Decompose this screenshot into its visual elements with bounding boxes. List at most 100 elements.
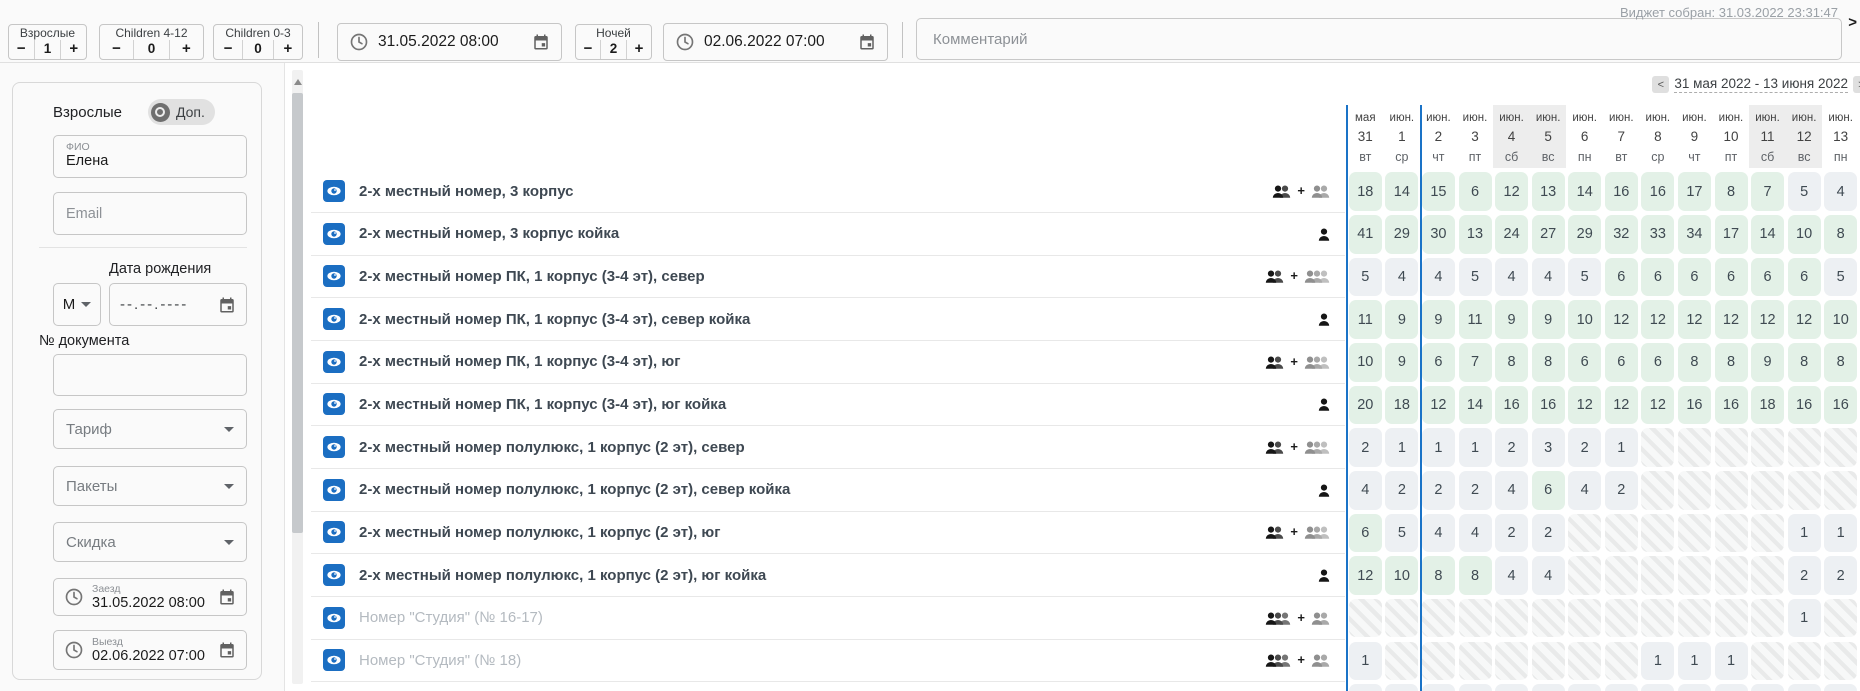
availability-cell[interactable] (1641, 471, 1674, 510)
adults-plus-button[interactable]: + (61, 40, 86, 59)
availability-cell[interactable]: 6 (1349, 514, 1382, 553)
availability-cell[interactable] (1532, 599, 1565, 638)
availability-cell[interactable]: 6 (1641, 343, 1674, 382)
availability-cell[interactable] (1788, 428, 1821, 467)
availability-cell[interactable]: 9 (1495, 300, 1528, 339)
range-prev-button[interactable]: < (1652, 76, 1669, 93)
availability-cell[interactable] (1605, 599, 1638, 638)
availability-cell[interactable]: 4 (1349, 471, 1382, 510)
arrival-field[interactable]: Заезд 31.05.2022 08:00 (53, 578, 247, 616)
availability-cell[interactable]: 18 (1751, 386, 1784, 425)
availability-cell[interactable]: 6 (1715, 258, 1748, 297)
availability-cell[interactable]: 8 (1422, 556, 1455, 595)
availability-cell[interactable]: 5 (1349, 684, 1382, 691)
availability-cell[interactable]: 12 (1641, 300, 1674, 339)
discount-select[interactable]: Скидка (53, 522, 247, 562)
availability-cell[interactable]: 12 (1568, 386, 1601, 425)
availability-cell[interactable]: 1 (1715, 642, 1748, 681)
availability-cell[interactable]: 10 (1385, 556, 1418, 595)
availability-cell[interactable]: 8 (1532, 343, 1565, 382)
availability-cell[interactable] (1495, 599, 1528, 638)
availability-cell[interactable] (1824, 642, 1857, 681)
availability-cell[interactable]: 33 (1641, 215, 1674, 254)
availability-cell[interactable] (1459, 599, 1492, 638)
availability-cell[interactable]: 24 (1495, 215, 1528, 254)
availability-cell[interactable]: 1 (1422, 428, 1455, 467)
availability-cell[interactable]: 2 (1824, 556, 1857, 595)
nights-plus-button[interactable]: + (627, 40, 651, 59)
availability-cell[interactable]: 12 (1715, 300, 1748, 339)
visibility-icon[interactable] (323, 564, 345, 586)
availability-cell[interactable]: 15 (1422, 172, 1455, 211)
availability-cell[interactable]: 5 (1788, 172, 1821, 211)
availability-cell[interactable] (1751, 471, 1784, 510)
availability-cell[interactable]: 8 (1495, 343, 1528, 382)
children-4-12-minus-button[interactable]: − (100, 40, 133, 59)
availability-cell[interactable]: 6 (1459, 172, 1492, 211)
visibility-icon[interactable] (323, 521, 345, 543)
checkout-datetime-field[interactable]: 02.06.2022 07:00 (663, 23, 888, 61)
availability-cell[interactable] (1605, 642, 1638, 681)
availability-cell[interactable] (1422, 599, 1455, 638)
calendar-icon[interactable] (218, 641, 236, 659)
availability-cell[interactable]: 11 (1349, 300, 1382, 339)
calendar-icon[interactable] (218, 296, 236, 314)
availability-cell[interactable]: 1 (1349, 642, 1382, 681)
availability-cell[interactable]: 12 (1751, 300, 1784, 339)
availability-cell[interactable]: 8 (1824, 343, 1857, 382)
availability-cell[interactable]: 2 (1678, 684, 1711, 691)
availability-cell[interactable]: 30 (1422, 215, 1455, 254)
availability-cell[interactable] (1824, 471, 1857, 510)
availability-cell[interactable]: 29 (1568, 215, 1601, 254)
availability-cell[interactable] (1751, 514, 1784, 553)
availability-cell[interactable]: 29 (1385, 215, 1418, 254)
availability-cell[interactable] (1605, 556, 1638, 595)
availability-cell[interactable] (1568, 599, 1601, 638)
availability-cell[interactable]: 2 (1459, 471, 1492, 510)
availability-cell[interactable]: 10 (1788, 215, 1821, 254)
availability-cell[interactable]: 2 (1751, 684, 1784, 691)
calendar-icon[interactable] (858, 33, 876, 51)
fio-field[interactable]: ФИО Елена (53, 135, 247, 178)
availability-cell[interactable]: 2 (1532, 514, 1565, 553)
availability-cell[interactable]: 6 (1678, 258, 1711, 297)
availability-cell[interactable]: 2 (1495, 428, 1528, 467)
document-input[interactable] (53, 354, 247, 396)
calendar-icon[interactable] (532, 33, 550, 51)
availability-cell[interactable] (1678, 556, 1711, 595)
availability-cell[interactable] (1568, 642, 1601, 681)
availability-cell[interactable]: 4 (1385, 684, 1418, 691)
availability-cell[interactable]: 2 (1532, 684, 1565, 691)
availability-cell[interactable]: 4 (1532, 258, 1565, 297)
availability-cell[interactable] (1641, 514, 1674, 553)
visibility-icon[interactable] (323, 351, 345, 373)
availability-cell[interactable]: 9 (1385, 300, 1418, 339)
availability-cell[interactable]: 13 (1459, 215, 1492, 254)
availability-cell[interactable] (1568, 556, 1601, 595)
children-4-12-plus-button[interactable]: + (170, 40, 203, 59)
availability-cell[interactable] (1641, 428, 1674, 467)
visibility-icon[interactable] (323, 265, 345, 287)
availability-cell[interactable]: 11 (1459, 300, 1492, 339)
availability-cell[interactable]: 16 (1678, 386, 1711, 425)
availability-cell[interactable]: 16 (1824, 386, 1857, 425)
availability-cell[interactable]: 4 (1568, 684, 1601, 691)
availability-cell[interactable]: 6 (1532, 471, 1565, 510)
extra-guest-chip[interactable]: Доп. (148, 99, 215, 125)
visibility-icon[interactable] (323, 180, 345, 202)
availability-cell[interactable]: 2 (1788, 556, 1821, 595)
availability-cell[interactable]: 6 (1641, 258, 1674, 297)
availability-cell[interactable]: 10 (1824, 300, 1857, 339)
availability-cell[interactable]: 16 (1715, 386, 1748, 425)
nights-minus-button[interactable]: − (576, 40, 600, 59)
availability-cell[interactable] (1751, 599, 1784, 638)
availability-cell[interactable]: 5 (1349, 258, 1382, 297)
availability-cell[interactable] (1751, 642, 1784, 681)
availability-cell[interactable] (1715, 556, 1748, 595)
availability-cell[interactable]: 8 (1678, 343, 1711, 382)
availability-cell[interactable]: 20 (1349, 386, 1382, 425)
availability-cell[interactable]: 16 (1788, 386, 1821, 425)
children-0-3-plus-button[interactable]: + (274, 40, 302, 59)
availability-cell[interactable] (1678, 599, 1711, 638)
availability-cell[interactable]: 8 (1715, 343, 1748, 382)
